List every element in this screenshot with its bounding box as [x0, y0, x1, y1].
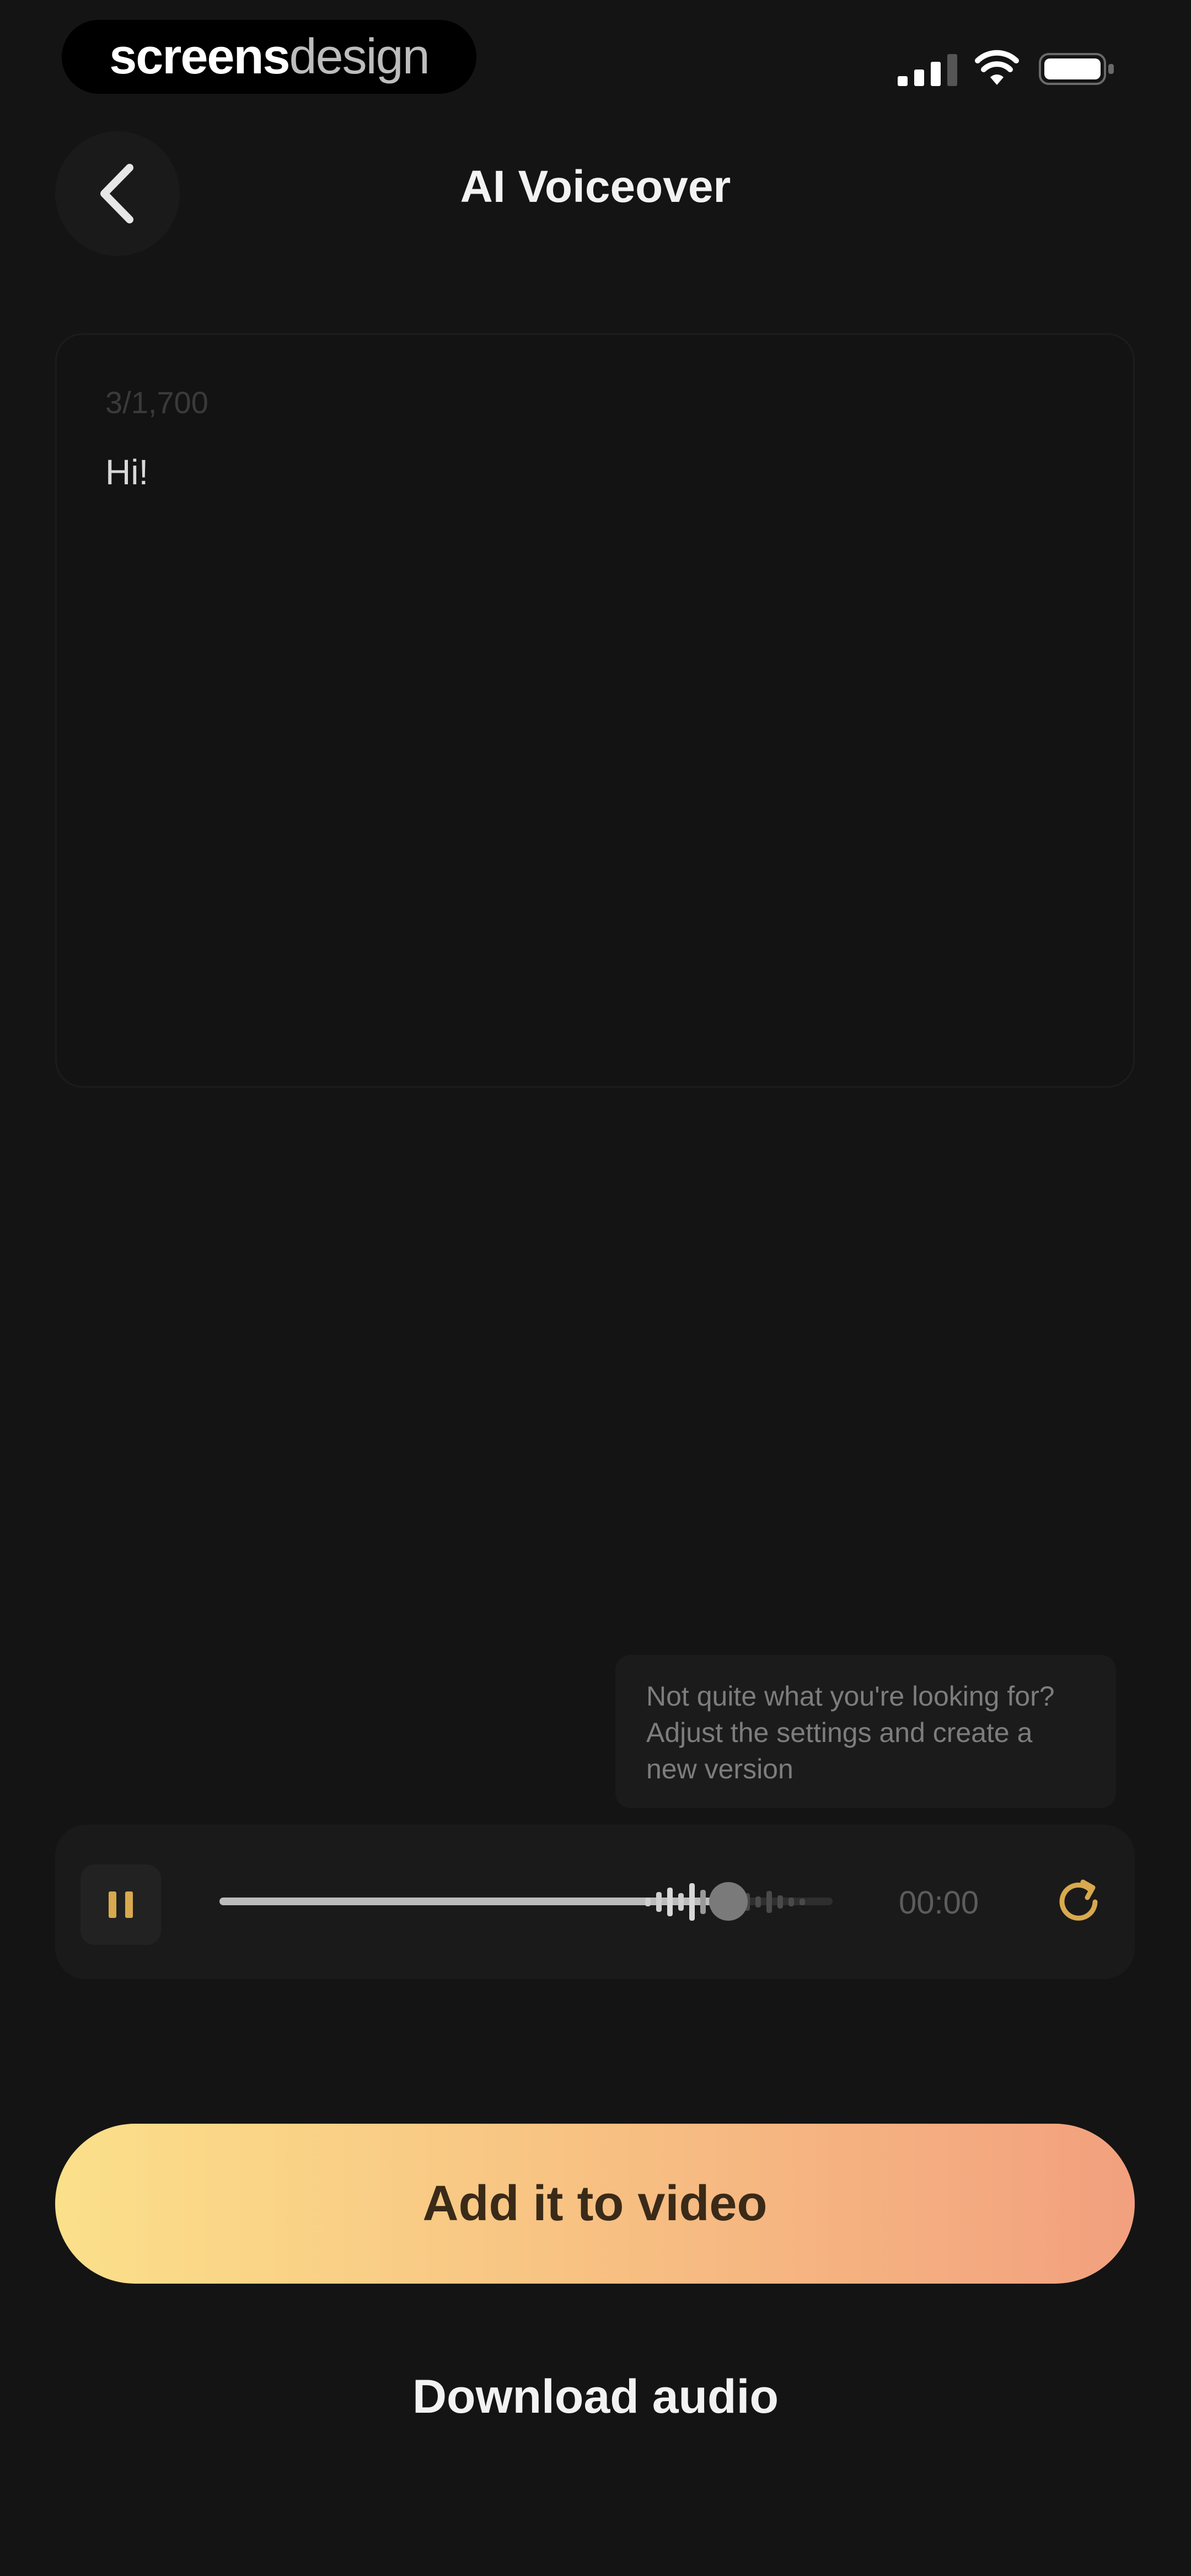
pause-icon: [109, 1891, 133, 1918]
battery-icon: [1039, 53, 1114, 85]
page-title: AI Voiceover: [460, 162, 731, 212]
refresh-icon: [1059, 1879, 1098, 1921]
character-counter: 3/1,700: [105, 385, 208, 420]
add-to-video-button[interactable]: Add it to video: [55, 2124, 1135, 2284]
playback-time: 00:00: [899, 1885, 979, 1921]
progress-thumb[interactable]: [709, 1882, 748, 1921]
download-audio-button[interactable]: Download audio: [0, 2370, 1191, 2424]
wifi-icon: [975, 50, 1019, 85]
brand-logo-light: design: [289, 29, 430, 84]
voiceover-text[interactable]: Hi!: [105, 452, 148, 493]
cellular-signal-icon: [898, 54, 957, 86]
pause-button[interactable]: [81, 1864, 161, 1945]
regenerate-button[interactable]: [1045, 1869, 1112, 1935]
voiceover-text-editor[interactable]: 3/1,700 Hi!: [55, 333, 1135, 1088]
brand-logo-bold: screens: [109, 29, 290, 84]
brand-logo: screens design: [62, 20, 476, 94]
settings-hint-tooltip: Not quite what you're looking for? Adjus…: [615, 1655, 1116, 1808]
audio-player: 00:00: [55, 1825, 1135, 1979]
status-bar: screens design: [0, 0, 1191, 121]
